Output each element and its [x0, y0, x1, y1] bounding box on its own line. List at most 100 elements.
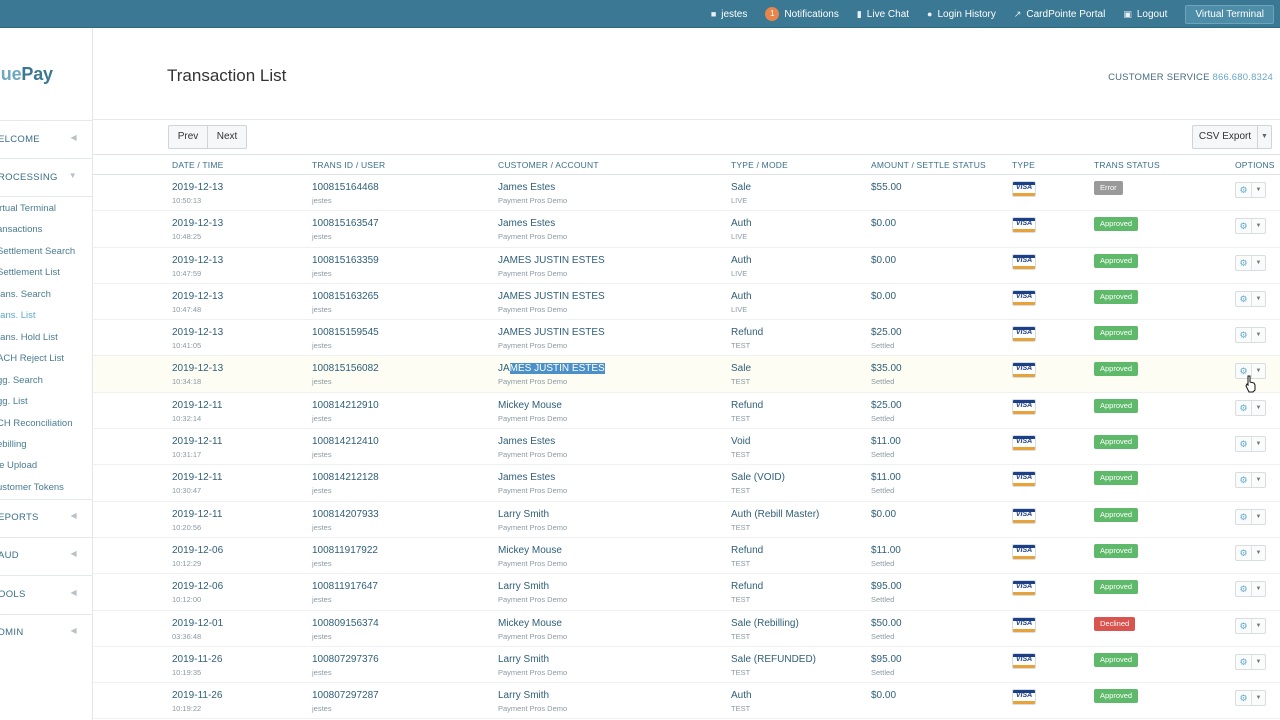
cell-customer[interactable]: Mickey Mouse — [498, 618, 562, 629]
cell-customer[interactable]: JAMES JUSTIN ESTES — [498, 363, 605, 375]
sidebar-section-fraud[interactable]: AUD ◀ — [0, 545, 92, 567]
sidebar-section-tools[interactable]: OOLS ◀ — [0, 584, 92, 606]
cell-trans-id[interactable]: 100815156082 — [312, 363, 379, 374]
cell-trans-id[interactable]: 100807297287 — [312, 690, 379, 701]
row-options[interactable]: ⚙ ▼ — [1235, 472, 1266, 489]
caret-down-icon[interactable]: ▼ — [1252, 328, 1265, 342]
table-row[interactable]: 2019-12-01 03:36:48 100809156374 jestes … — [93, 611, 1280, 647]
sidebar-item-customer-tokens[interactable]: ustomer Tokens — [0, 482, 64, 493]
caret-down-icon[interactable]: ▼ — [1252, 473, 1265, 487]
next-button[interactable]: Next — [207, 125, 247, 149]
table-row[interactable]: 2019-12-11 10:32:14 100814212910 jestes … — [93, 393, 1280, 430]
gear-icon[interactable]: ⚙ — [1236, 183, 1252, 197]
cell-trans-id[interactable]: 100815163265 — [312, 291, 379, 302]
caret-down-icon[interactable]: ▼ — [1252, 437, 1265, 451]
cell-customer[interactable]: Mickey Mouse — [498, 400, 562, 411]
table-row[interactable]: 2019-12-13 10:41:05 100815159545 jestes … — [93, 320, 1280, 357]
table-row[interactable]: 2019-12-11 10:31:17 100814212410 jestes … — [93, 429, 1280, 466]
notifications-link[interactable]: 1 Notifications — [765, 7, 839, 21]
portal-link[interactable]: ↗ CardPointe Portal — [1014, 9, 1105, 20]
cell-customer[interactable]: James Estes — [498, 218, 555, 229]
row-options[interactable]: ⚙ ▼ — [1235, 581, 1266, 598]
sidebar-section-admin[interactable]: DMIN ◀ — [0, 622, 92, 644]
row-options[interactable]: ⚙ ▼ — [1235, 182, 1266, 198]
gear-icon[interactable]: ⚙ — [1236, 618, 1252, 633]
row-options[interactable]: ⚙ ▼ — [1235, 290, 1266, 307]
sidebar-item-rebilling[interactable]: ebilling — [0, 439, 27, 450]
csv-export-dropdown[interactable]: ▼ — [1257, 125, 1272, 149]
cell-customer[interactable]: James Estes — [498, 472, 555, 483]
row-options[interactable]: ⚙ ▼ — [1235, 653, 1266, 670]
gear-icon[interactable]: ⚙ — [1236, 691, 1252, 706]
gear-icon[interactable]: ⚙ — [1236, 509, 1252, 524]
row-options[interactable]: ⚙ ▼ — [1235, 544, 1266, 561]
table-row[interactable]: 2019-11-26 10:19:35 100807297376 jestes … — [93, 647, 1280, 684]
logo[interactable]: luePay — [0, 64, 53, 85]
table-row[interactable]: 2019-12-11 10:30:47 100814212128 jestes … — [93, 465, 1280, 502]
row-options[interactable]: ⚙ ▼ — [1235, 327, 1266, 344]
caret-down-icon[interactable]: ▼ — [1252, 655, 1265, 669]
cell-customer[interactable]: Mickey Mouse — [498, 545, 562, 556]
column-header-trans-id[interactable]: TRANS ID / USER — [312, 160, 385, 170]
cell-trans-id[interactable]: 100814207933 — [312, 509, 379, 520]
cell-customer[interactable]: Larry Smith — [498, 654, 549, 665]
cell-trans-id[interactable]: 100815159545 — [312, 327, 379, 338]
cell-trans-id[interactable]: 100814212910 — [312, 400, 379, 411]
cell-trans-id[interactable]: 100809156374 — [312, 618, 379, 629]
row-options[interactable]: ⚙ ▼ — [1235, 399, 1266, 416]
caret-down-icon[interactable]: ▼ — [1252, 219, 1265, 233]
sidebar-item-trans-search[interactable]: rans. Search — [0, 289, 51, 300]
caret-down-icon[interactable]: ▼ — [1252, 619, 1265, 633]
sidebar-section-reports[interactable]: EPORTS ◀ — [0, 507, 92, 529]
customer-service-phone[interactable]: 866.680.8324 — [1212, 72, 1273, 83]
table-row[interactable]: 2019-12-06 10:12:00 100811917647 jestes … — [93, 574, 1280, 611]
cell-trans-id[interactable]: 100807297376 — [312, 654, 379, 665]
cell-trans-id[interactable]: 100815164468 — [312, 182, 379, 193]
table-row[interactable]: 2019-11-26 10:19:22 100807297287 jestes … — [93, 683, 1280, 720]
cell-trans-id[interactable]: 100815163547 — [312, 218, 379, 229]
row-options[interactable]: ⚙ ▼ — [1235, 617, 1266, 634]
csv-export-button[interactable]: CSV Export — [1192, 125, 1258, 149]
prev-button[interactable]: Prev — [168, 125, 208, 149]
sidebar-item-virtual-terminal[interactable]: irtual Terminal — [0, 203, 56, 214]
logout-link[interactable]: ▣ Logout — [1123, 9, 1167, 20]
gear-icon[interactable]: ⚙ — [1236, 328, 1252, 343]
sidebar-item-ach-reconciliation[interactable]: CH Reconciliation — [0, 418, 73, 429]
gear-icon[interactable]: ⚙ — [1236, 400, 1252, 415]
live-chat-link[interactable]: ▮ Live Chat — [857, 9, 909, 20]
gear-icon[interactable]: ⚙ — [1236, 582, 1252, 597]
sidebar-item-ach-reject-list[interactable]: ACH Reject List — [0, 353, 64, 364]
sidebar-item-file-upload[interactable]: le Upload — [0, 460, 37, 471]
gear-icon[interactable]: ⚙ — [1236, 291, 1252, 306]
cell-customer[interactable]: JAMES JUSTIN ESTES — [498, 255, 605, 266]
sidebar-item-trans-list[interactable]: rans. List — [0, 310, 36, 321]
sidebar-item-transactions[interactable]: ansactions — [0, 224, 42, 235]
cell-trans-id[interactable]: 100814212410 — [312, 436, 379, 447]
sidebar-section-processing[interactable]: ROCESSING ▼ — [0, 167, 92, 189]
table-row[interactable]: 2019-12-11 10:20:56 100814207933 jestes … — [93, 502, 1280, 538]
sidebar-item-agg-search[interactable]: gg. Search — [0, 375, 43, 386]
sidebar-item-settlement-search[interactable]: Settlement Search — [0, 246, 75, 257]
cell-customer[interactable]: Larry Smith — [498, 509, 549, 520]
sidebar-section-welcome[interactable]: ELCOME ◀ — [0, 129, 92, 151]
sidebar-item-settlement-list[interactable]: Settlement List — [0, 267, 60, 278]
row-options[interactable]: ⚙ ▼ — [1235, 436, 1266, 453]
cell-customer[interactable]: Larry Smith — [498, 690, 549, 701]
column-header-amount[interactable]: AMOUNT / SETTLE STATUS — [871, 160, 986, 170]
gear-icon[interactable]: ⚙ — [1236, 437, 1252, 452]
sidebar-item-agg-list[interactable]: gg. List — [0, 396, 28, 407]
table-row[interactable]: 2019-12-13 10:47:59 100815163359 jestes … — [93, 248, 1280, 284]
table-row[interactable]: 2019-12-13 10:34:18 100815156082 jestes … — [93, 356, 1280, 393]
table-row[interactable]: 2019-12-13 10:48:25 100815163547 jestes … — [93, 211, 1280, 248]
caret-down-icon[interactable]: ▼ — [1252, 256, 1265, 270]
row-options[interactable]: ⚙ ▼ — [1235, 218, 1266, 235]
cell-customer[interactable]: Larry Smith — [498, 581, 549, 592]
cell-customer[interactable]: JAMES JUSTIN ESTES — [498, 327, 605, 338]
cell-trans-id[interactable]: 100814212128 — [312, 472, 379, 483]
caret-down-icon[interactable]: ▼ — [1252, 401, 1265, 415]
gear-icon[interactable]: ⚙ — [1236, 545, 1252, 560]
column-header-date[interactable]: DATE / TIME — [172, 160, 223, 170]
caret-down-icon[interactable]: ▼ — [1252, 582, 1265, 596]
caret-down-icon[interactable]: ▼ — [1252, 691, 1265, 705]
caret-down-icon[interactable]: ▼ — [1252, 183, 1265, 197]
